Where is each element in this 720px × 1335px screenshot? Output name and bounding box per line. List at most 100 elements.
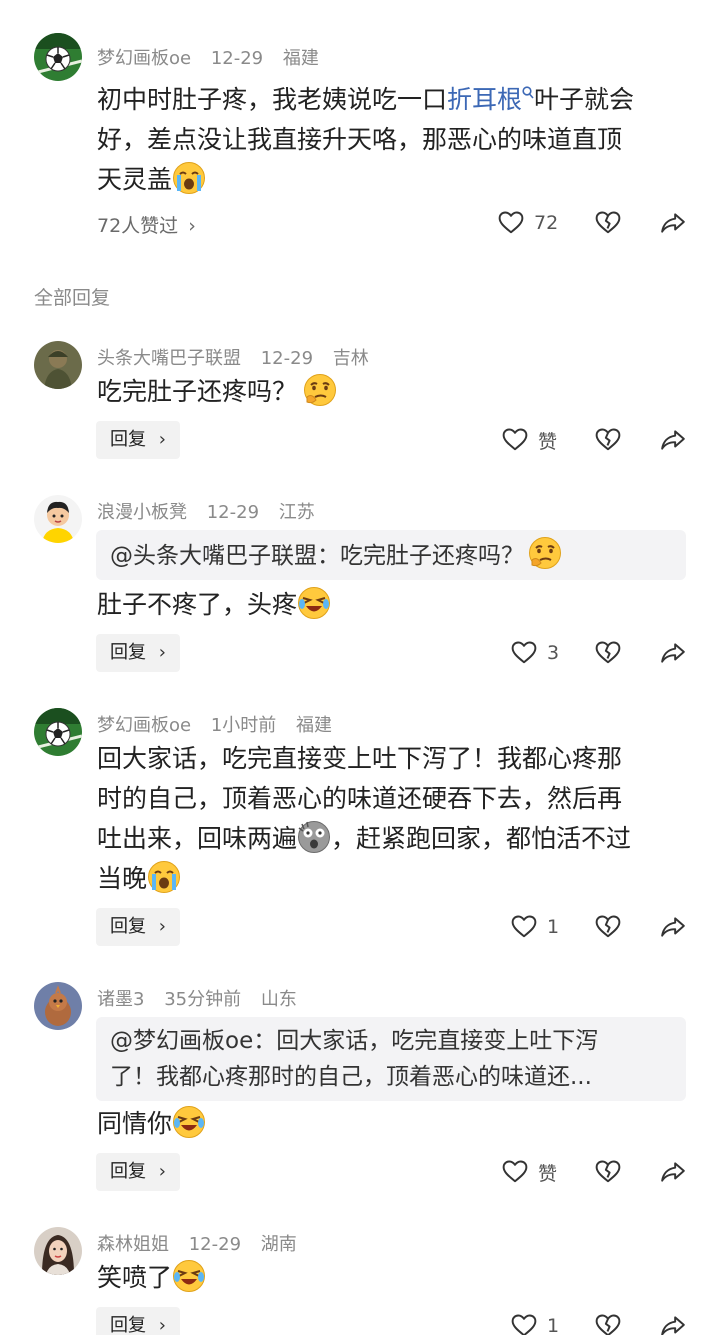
avatar[interactable]	[34, 495, 82, 543]
broken-heart-icon	[595, 1160, 621, 1183]
timestamp: 12-29	[210, 48, 264, 69]
heart-icon	[498, 211, 524, 234]
avatar[interactable]	[34, 341, 82, 389]
username[interactable]: 头条大嘴巴子联盟	[97, 348, 241, 369]
share-button[interactable]	[660, 1152, 686, 1192]
dislike-button[interactable]	[595, 420, 621, 460]
crying-emoji-icon	[172, 161, 207, 195]
timestamp: 1小时前	[210, 715, 277, 736]
like-label: 赞	[538, 1162, 558, 1185]
timestamp: 12-29	[206, 502, 260, 523]
share-icon	[661, 213, 685, 233]
username[interactable]: 诸墨3	[97, 989, 144, 1010]
search-icon[interactable]	[522, 86, 534, 100]
like-count: 1	[547, 1315, 560, 1335]
share-button[interactable]	[660, 1306, 686, 1335]
heart-icon	[511, 641, 537, 664]
location: 福建	[296, 715, 333, 736]
dislike-button[interactable]	[595, 907, 621, 947]
heart-icon	[502, 1160, 528, 1183]
like-label: 赞	[538, 430, 558, 453]
broken-heart-icon	[595, 1314, 621, 1335]
share-icon	[661, 643, 685, 663]
broken-heart-icon	[595, 641, 621, 664]
like-button[interactable]: 赞	[502, 1152, 557, 1192]
heart-icon	[502, 428, 528, 451]
share-button[interactable]	[660, 420, 686, 460]
laughing-crying-emoji-icon	[297, 586, 331, 620]
like-button[interactable]: 72	[498, 203, 558, 243]
comment-meta: 森林姐姐 12-29 湖南	[97, 1230, 311, 1256]
like-count: 3	[547, 642, 560, 664]
soccer-avatar-icon	[34, 33, 82, 81]
like-button[interactable]: 1	[511, 1306, 559, 1335]
dislike-button[interactable]	[595, 1152, 621, 1192]
location: 福建	[282, 48, 319, 69]
comment-meta: 梦幻画板oe 1小时前 福建	[97, 711, 346, 737]
avatar[interactable]	[34, 33, 82, 81]
comment-text: 笑喷了	[97, 1258, 697, 1298]
share-icon	[661, 430, 685, 450]
quoted-reply[interactable]: @头条大嘴巴子联盟：吃完肚子还疼吗？	[96, 530, 686, 580]
soccer-avatar-icon	[34, 708, 82, 756]
reply-actions: 3	[0, 633, 720, 673]
heart-icon	[511, 1314, 537, 1335]
cartoon-avatar-icon	[34, 495, 82, 543]
location: 湖南	[260, 1234, 297, 1255]
timestamp: 12-29	[260, 348, 314, 369]
thinking-emoji-icon	[528, 536, 562, 570]
comment-text: 同情你	[97, 1104, 697, 1144]
shocked-emoji-icon	[297, 820, 331, 854]
like-button[interactable]: 1	[511, 907, 559, 947]
share-button[interactable]	[660, 203, 686, 243]
share-icon	[661, 1316, 685, 1335]
comment-text: 吃完肚子还疼吗？	[97, 372, 697, 412]
comment-text: 回大家话，吃完直接变上吐下泻了！我都心疼那 时的自己，顶着恶心的味道还硬吞下去，…	[97, 744, 632, 894]
comment-actions: 72	[0, 203, 720, 243]
dislike-button[interactable]	[595, 633, 621, 673]
avatar[interactable]	[34, 982, 82, 1030]
crying-emoji-icon	[147, 860, 182, 894]
like-count: 1	[547, 916, 560, 938]
like-button[interactable]: 3	[511, 633, 559, 673]
comment-text: 初中时肚子疼，我老姨说吃一口折耳根 叶子就会 好，差点没让我直接升天咯，那恶心的味…	[97, 85, 635, 195]
quoted-reply[interactable]: @梦幻画板oe：回大家话，吃完直接变上吐下泻 了！我都心疼那时的自己，顶着恶心的…	[96, 1017, 686, 1101]
username[interactable]: 浪漫小板凳	[97, 502, 187, 523]
broken-heart-icon	[595, 211, 621, 234]
dislike-button[interactable]	[595, 1306, 621, 1335]
thinking-emoji-icon	[303, 373, 337, 407]
comment-meta: 梦幻画板oe 12-29 福建	[97, 44, 333, 70]
comment-meta: 头条大嘴巴子联盟 12-29 吉林	[97, 344, 383, 370]
reply-actions: 1	[0, 907, 720, 947]
location: 山东	[260, 989, 297, 1010]
timestamp: 35分钟前	[164, 989, 242, 1010]
dislike-button[interactable]	[595, 203, 621, 243]
like-button[interactable]: 赞	[502, 420, 557, 460]
avatar[interactable]	[34, 708, 82, 756]
bird-avatar-icon	[34, 982, 82, 1030]
username[interactable]: 梦幻画板oe	[97, 715, 191, 736]
laughing-crying-emoji-icon	[172, 1259, 206, 1293]
share-button[interactable]	[660, 633, 686, 673]
share-icon	[661, 1162, 685, 1182]
woman-avatar-icon	[34, 1227, 82, 1275]
username[interactable]: 森林姐姐	[97, 1234, 169, 1255]
heart-icon	[511, 915, 537, 938]
comment-meta: 诸墨3 35分钟前 山东	[97, 985, 311, 1011]
soldier-avatar-icon	[34, 341, 82, 389]
timestamp: 12-29	[188, 1234, 242, 1255]
location: 江苏	[278, 502, 315, 523]
laughing-crying-emoji-icon	[172, 1105, 206, 1139]
search-link[interactable]: 折耳根	[447, 85, 522, 114]
section-title: 全部回复	[34, 287, 111, 309]
reply-actions: 赞	[0, 1152, 720, 1192]
share-button[interactable]	[660, 907, 686, 947]
avatar[interactable]	[34, 1227, 82, 1275]
like-count: 72	[534, 212, 559, 234]
reply-actions: 赞	[0, 420, 720, 460]
reply-actions: 1	[0, 1306, 720, 1335]
location: 吉林	[332, 348, 369, 369]
username[interactable]: 梦幻画板oe	[97, 48, 191, 69]
comment-text: 肚子不疼了，头疼	[97, 585, 697, 625]
comment-meta: 浪漫小板凳 12-29 江苏	[97, 498, 329, 524]
